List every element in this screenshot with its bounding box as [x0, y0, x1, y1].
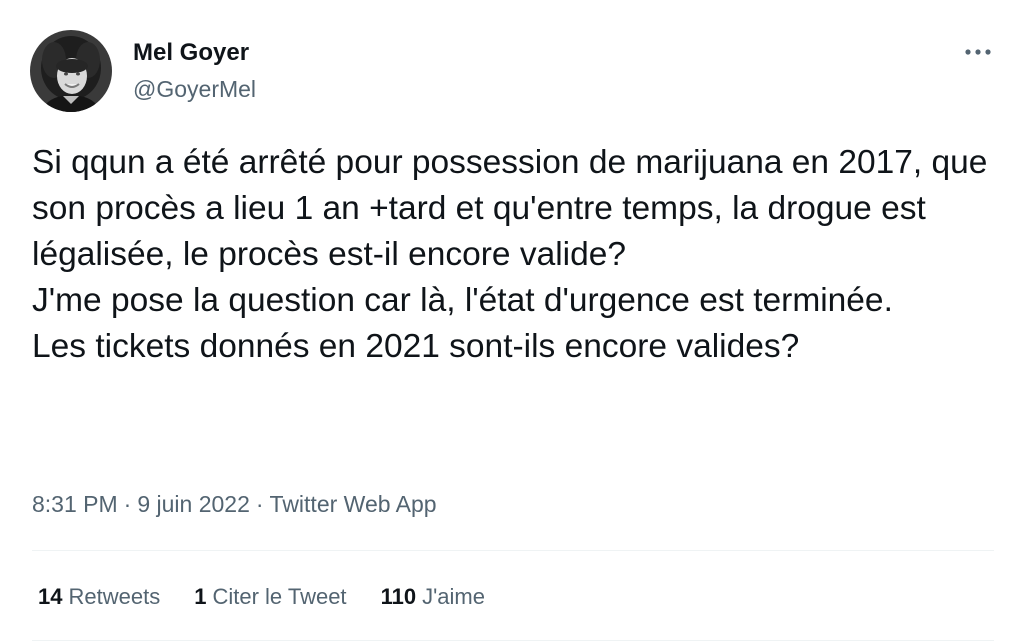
tweet-time[interactable]: 8:31 PM — [32, 491, 118, 517]
author-handle[interactable]: @GoyerMel — [133, 74, 256, 104]
quotes-label: Citer le Tweet — [212, 584, 347, 609]
tweet-metadata: 8:31 PM · 9 juin 2022 · Twitter Web App — [32, 489, 437, 519]
likes-label: J'aime — [422, 584, 485, 609]
avatar-photo-icon — [30, 30, 112, 112]
tweet-source[interactable]: Twitter Web App — [270, 491, 437, 517]
retweets-stat[interactable]: 14 Retweets — [38, 582, 160, 612]
tweet-date[interactable]: 9 juin 2022 — [137, 491, 250, 517]
tweet-text: Si qqun a été arrêté pour possession de … — [32, 144, 988, 365]
retweets-count: 14 — [38, 584, 63, 609]
likes-count: 110 — [380, 584, 417, 609]
engagement-stats: 14 Retweets 1 Citer le Tweet 110 J'aime — [38, 582, 519, 612]
retweets-label: Retweets — [68, 584, 161, 609]
quotes-count: 1 — [194, 584, 207, 609]
avatar[interactable] — [30, 30, 112, 112]
likes-stat[interactable]: 110 J'aime — [381, 582, 485, 612]
quotes-stat[interactable]: 1 Citer le Tweet — [194, 582, 346, 612]
divider — [32, 550, 994, 551]
divider — [32, 640, 994, 641]
tweet-card: Mel Goyer @GoyerMel Si qqun a été arrêté… — [0, 0, 1034, 642]
more-options-icon[interactable] — [962, 36, 994, 68]
meta-separator: · — [255, 491, 264, 517]
meta-separator: · — [123, 491, 132, 517]
author-display-name[interactable]: Mel Goyer — [133, 38, 249, 68]
